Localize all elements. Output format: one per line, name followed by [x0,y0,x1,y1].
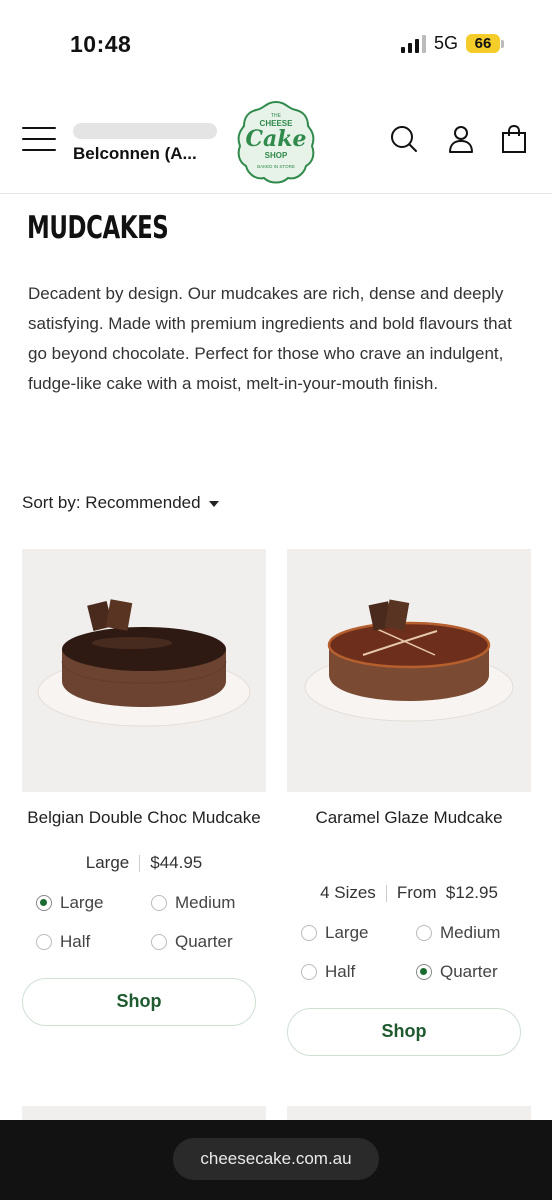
option-label: Quarter [175,932,233,951]
logo-bottom-text: BAKED IN STORE [257,164,295,169]
shop-button[interactable]: Shop [287,1008,521,1056]
product-size: Large [85,853,130,872]
shop-button[interactable]: Shop [22,978,256,1026]
size-option-large[interactable]: Large [36,893,151,913]
network-label: 5G [433,33,458,53]
option-label: Medium [175,893,236,912]
option-label: Half [325,962,356,981]
product-sizes-count: 4 Sizes [320,883,376,902]
caret-down-icon [208,501,219,507]
logo-text-shop: SHOP [265,151,288,160]
store-name: Belconnen (A... [73,144,197,163]
browser-bottom-bar: cheesecake.com.au [0,1120,552,1200]
sort-label: Sort by: Recommended [22,493,201,512]
battery-icon: 66 [466,34,504,53]
radio[interactable] [416,925,432,941]
radio[interactable] [36,934,52,950]
radio[interactable] [301,964,317,980]
status-indicators: 5G 66 [400,33,504,54]
store-selector[interactable]: Belconnen (A... [73,123,223,164]
product-price: From $12.95 [396,883,498,902]
product-price-row: Large $44.95 [22,853,266,873]
size-option-half[interactable]: Half [36,932,151,952]
url-bar[interactable]: cheesecake.com.au [173,1138,379,1180]
option-label: Medium [440,923,501,942]
status-bar: 10:48 5G 66 [0,0,552,90]
site-header: Belconnen (A... THE CHEESE Cake SHOP BAK… [0,90,552,194]
option-label: Large [325,923,369,942]
radio-checked[interactable] [36,895,52,911]
size-option-quarter[interactable]: Quarter [416,962,531,982]
sort-dropdown[interactable]: Sort by: Recommended [22,493,219,513]
radio[interactable] [301,925,317,941]
product-card: Belgian Double Choc Mudcake Large $44.95 … [22,549,266,1026]
store-address-blurred [73,123,217,139]
size-option-quarter[interactable]: Quarter [151,932,266,952]
battery-level: 66 [466,34,500,53]
product-image[interactable] [22,549,266,792]
product-image[interactable] [287,549,531,792]
cart-icon[interactable] [499,124,529,154]
size-option-medium[interactable]: Medium [151,893,266,913]
product-price-row: 4 Sizes From $12.95 [287,883,531,903]
radio[interactable] [151,895,167,911]
radio[interactable] [151,934,167,950]
menu-icon[interactable] [22,127,56,151]
product-title[interactable]: Belgian Double Choc Mudcake [22,803,266,833]
size-options: Large Medium Half Quarter [22,893,266,952]
option-label: Quarter [440,962,498,981]
size-option-half[interactable]: Half [301,962,416,982]
signal-icon [400,34,426,53]
product-card: Caramel Glaze Mudcake 4 Sizes From $12.95… [287,549,531,1056]
size-option-medium[interactable]: Medium [416,923,531,943]
product-price: $44.95 [150,853,203,872]
product-title[interactable]: Caramel Glaze Mudcake [287,803,531,833]
option-label: Half [60,932,91,951]
radio-checked[interactable] [416,964,432,980]
size-option-large[interactable]: Large [301,923,416,943]
cheesecake-shop-logo[interactable]: THE CHEESE Cake SHOP BAKED IN STORE [236,100,316,184]
option-label: Large [60,893,104,912]
search-icon[interactable] [389,124,419,154]
size-options: Large Medium Half Quarter [287,923,531,982]
account-icon[interactable] [446,124,476,154]
status-time: 10:48 [70,31,132,57]
page-title: MUDCAKES [27,210,169,246]
logo-text-cake: Cake [245,126,306,152]
category-description: Decadent by design. Our mudcakes are ric… [28,284,512,393]
